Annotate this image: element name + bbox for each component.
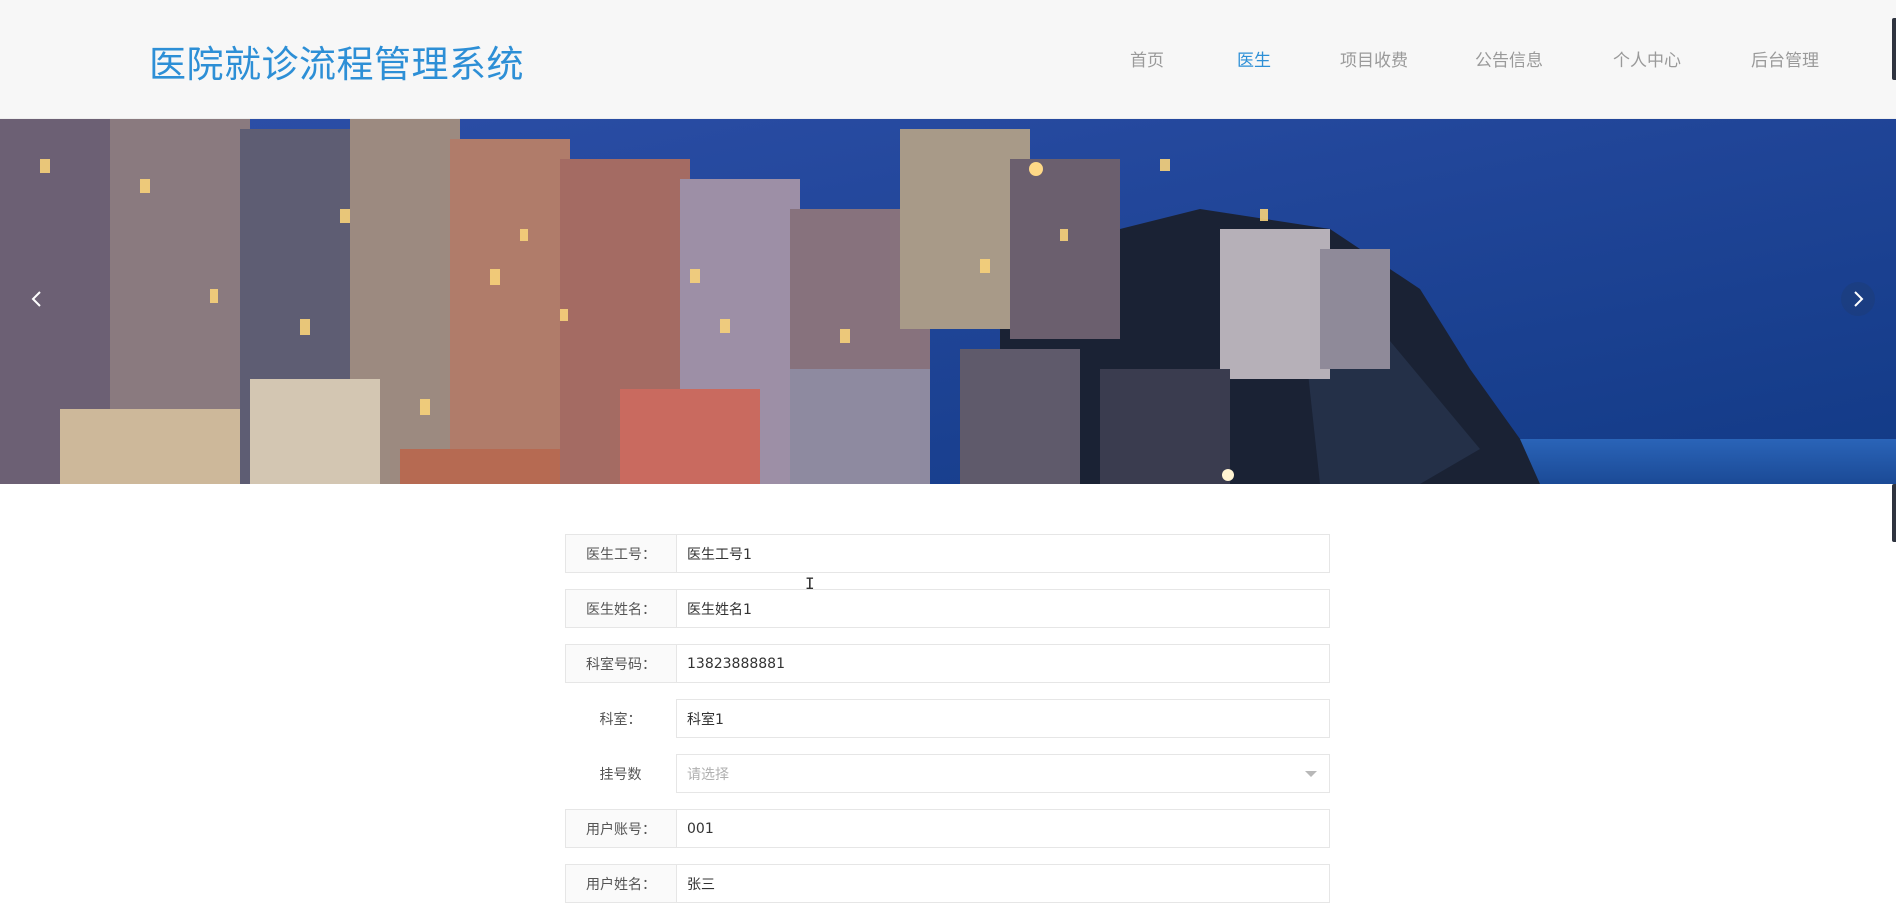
doctor-id-label: 医生工号： <box>565 534 676 573</box>
nav-item-announcements[interactable]: 公告信息 <box>1475 46 1543 71</box>
doctor-name-field[interactable]: 医生姓名1 <box>676 589 1330 628</box>
banner-image <box>0 119 1896 484</box>
text-cursor-icon: I <box>805 574 815 593</box>
registration-count-select[interactable]: 请选择 <box>676 754 1330 793</box>
user-account-field[interactable]: 001 <box>676 809 1330 848</box>
form-row-department: 科室： 科室1 <box>565 699 1330 738</box>
registration-count-placeholder: 请选择 <box>687 766 729 783</box>
registration-count-label: 挂号数 <box>599 766 642 783</box>
carousel-prev-button[interactable] <box>20 282 54 316</box>
user-name-label: 用户姓名： <box>565 864 676 903</box>
user-name-field[interactable]: 张三 <box>676 864 1330 903</box>
doctor-id-field[interactable]: 医生工号1 <box>676 534 1330 573</box>
nav-item-admin[interactable]: 后台管理 <box>1751 46 1819 71</box>
form-row-user-account: 用户账号： 001 <box>565 809 1330 848</box>
top-header: 医院就诊流程管理系统 首页 医生 项目收费 公告信息 个人中心 后台管理 <box>0 0 1896 119</box>
scroll-tab-lower[interactable] <box>1892 484 1896 542</box>
scroll-tab[interactable] <box>1892 18 1896 80</box>
user-account-label: 用户账号： <box>565 809 676 848</box>
chevron-left-icon <box>31 291 41 307</box>
doctor-form: 医生工号： 医生工号1 医生姓名： 医生姓名1 科室号码： 1382388888… <box>565 534 1330 918</box>
form-row-user-name: 用户姓名： 张三 <box>565 864 1330 903</box>
chevron-right-icon <box>1854 291 1864 307</box>
form-row-registration-count: 挂号数 请选择 <box>565 754 1330 793</box>
dept-phone-field[interactable]: 13823888881 <box>676 644 1330 683</box>
nav-item-home[interactable]: 首页 <box>1130 46 1164 71</box>
dept-phone-label: 科室号码： <box>565 644 676 683</box>
doctor-name-label: 医生姓名： <box>565 589 676 628</box>
form-row-doctor-name: 医生姓名： 医生姓名1 <box>565 589 1330 628</box>
chevron-down-icon <box>1305 771 1317 777</box>
banner-carousel <box>0 119 1896 484</box>
page: 医院就诊流程管理系统 首页 医生 项目收费 公告信息 个人中心 后台管理 医生工… <box>0 0 1896 918</box>
department-field[interactable]: 科室1 <box>676 699 1330 738</box>
form-row-doctor-id: 医生工号： 医生工号1 <box>565 534 1330 573</box>
nav-item-fees[interactable]: 项目收费 <box>1340 46 1408 71</box>
nav-item-doctor[interactable]: 医生 <box>1237 46 1271 71</box>
nav-item-personal-center[interactable]: 个人中心 <box>1613 46 1681 71</box>
main-nav: 首页 医生 项目收费 公告信息 个人中心 后台管理 <box>0 0 1896 119</box>
carousel-next-button[interactable] <box>1841 282 1875 316</box>
department-label: 科室： <box>599 711 642 728</box>
form-row-dept-phone: 科室号码： 13823888881 <box>565 644 1330 683</box>
